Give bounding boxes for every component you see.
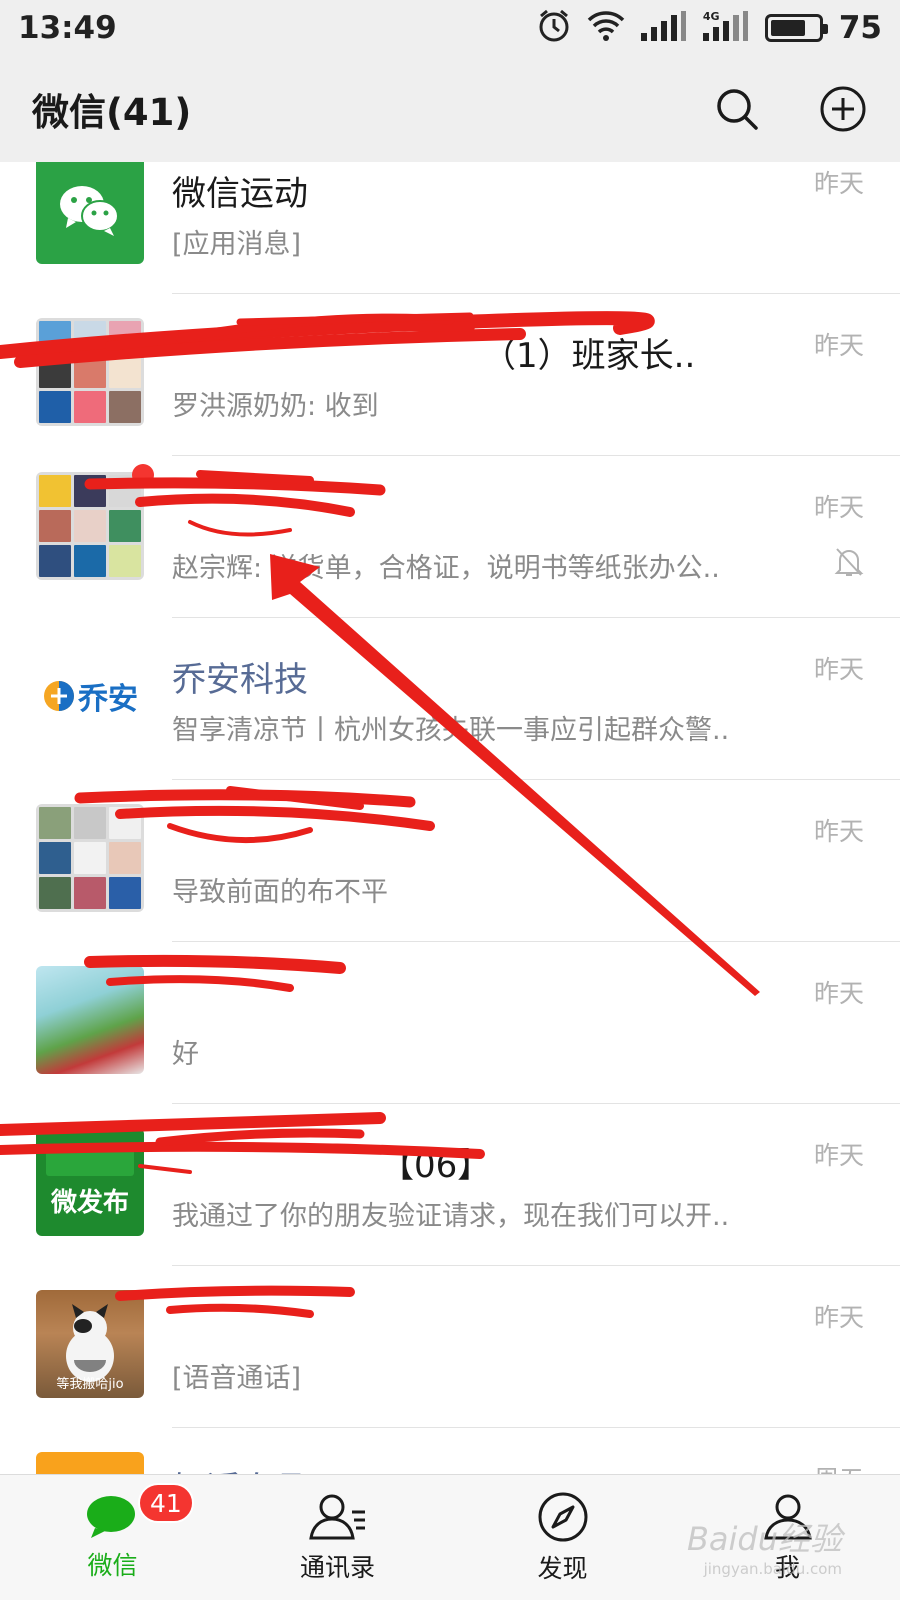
chat-preview: 罗洪源奶奶: 收到 xyxy=(172,391,379,422)
avatar xyxy=(36,804,144,912)
chat-row-contact[interactable]: 好 昨天 xyxy=(0,942,900,1104)
chat-row-fabric-group[interactable]: 导致前面的布不平 昨天 xyxy=(0,780,900,942)
chat-time: 昨天 xyxy=(813,1141,864,1170)
plus-circle-icon xyxy=(820,86,866,132)
avatar xyxy=(36,318,144,426)
chat-preview: [应用消息] xyxy=(172,229,302,260)
battery-level xyxy=(770,20,806,36)
chat-bubble-icon xyxy=(86,1495,135,1538)
chat-row-voice-call[interactable]: 等我搬哈jio [语音通话] 昨天 xyxy=(0,1266,900,1428)
watermark-main: Baidu经验 xyxy=(686,1520,842,1558)
chat-name: 好近自品 xyxy=(172,1462,308,1474)
chat-row-weifabu[interactable]: 微发布 【06】 我通过了你的朋友验证请求，现在我们可以开.. 昨天 xyxy=(0,1104,900,1266)
app-header: 微信(41) xyxy=(0,56,900,162)
chat-preview: 好 xyxy=(172,1039,199,1070)
avatar: 微发布 xyxy=(36,1128,144,1236)
tab-chats[interactable]: 微信 41 xyxy=(0,1475,225,1600)
chat-time: 昨天 xyxy=(813,817,864,846)
contacts-icon xyxy=(308,1494,365,1539)
unread-dot xyxy=(132,464,154,486)
chat-row-haojin[interactable]: 好近自品 周五 xyxy=(0,1428,900,1474)
tab-label: 通讯录 xyxy=(299,1552,375,1582)
battery-percent: 75 xyxy=(838,10,882,46)
watermark-sub: jingyan.baidu.com xyxy=(703,1560,842,1578)
network-label: 4G xyxy=(702,10,720,23)
chat-name: 微信运动 xyxy=(172,174,308,214)
avatar xyxy=(36,966,144,1074)
chat-preview: 我通过了你的朋友验证请求，现在我们可以开.. xyxy=(172,1201,730,1232)
signal-4g-icon: 4G xyxy=(702,10,749,45)
chat-preview: 导致前面的布不平 xyxy=(172,877,388,908)
avatar-text: 微发布 xyxy=(50,1187,129,1218)
chat-time: 昨天 xyxy=(813,493,864,522)
chat-row-wechat-sport[interactable]: 微信运动 [应用消息] 昨天 xyxy=(0,162,900,294)
avatar-caption: 等我搬哈jio xyxy=(56,1377,124,1392)
unread-badge: 41 xyxy=(138,1483,194,1523)
signal-icon xyxy=(640,11,687,45)
page-title: 微信(41) xyxy=(32,91,192,134)
chat-preview: 赵宗辉: 送货单，合格证，说明书等纸张办公.. xyxy=(172,553,720,584)
chat-preview: [语音通话] xyxy=(172,1363,302,1394)
status-icons: 4G 75 xyxy=(537,9,882,47)
status-bar: 13:49 4G 75 xyxy=(0,0,900,56)
search-icon xyxy=(717,89,758,130)
avatar: 等我搬哈jio xyxy=(36,1290,144,1398)
tab-bar: 微信 41 通讯录 发现 我 Baidu经验 jingyan.baidu.com xyxy=(0,1474,900,1600)
chat-time: 昨天 xyxy=(813,331,864,360)
header-actions xyxy=(712,84,868,134)
wechat-logo-icon xyxy=(60,186,119,236)
tab-label: 发现 xyxy=(537,1553,588,1583)
search-button[interactable] xyxy=(712,84,762,134)
tab-discover[interactable]: 发现 xyxy=(450,1475,675,1600)
chat-name: 【06】 xyxy=(380,1146,492,1186)
tab-label: 微信 xyxy=(87,1550,138,1580)
status-time: 13:49 xyxy=(18,10,117,46)
wifi-icon xyxy=(587,10,625,46)
add-button[interactable] xyxy=(818,84,868,134)
avatar xyxy=(36,162,144,264)
chat-row-class-parents[interactable]: （1）班家长.. 罗洪源奶奶: 收到 昨天 xyxy=(0,294,900,456)
chat-name: （1）班家长.. xyxy=(482,336,696,376)
chat-time: 昨天 xyxy=(813,1303,864,1332)
chat-name: 乔安科技 xyxy=(172,660,308,700)
mute-bell-icon xyxy=(834,546,864,582)
chat-time: 周五 xyxy=(814,1460,864,1474)
chat-list: 微信运动 [应用消息] 昨天 （1）班家长.. 罗洪源奶奶: 收到 昨天 赵宗辉… xyxy=(0,162,900,1474)
avatar: 乔安 xyxy=(36,642,144,750)
chat-time: 昨天 xyxy=(813,979,864,1008)
logo-text: 乔安 xyxy=(78,682,138,717)
tab-contacts[interactable]: 通讯录 xyxy=(225,1475,450,1600)
chat-row-qiaoan-tech[interactable]: 乔安 乔安科技 智享清凉节丨杭州女孩失联一事应引起群众警.. 昨天 xyxy=(0,618,900,780)
watermark: Baidu经验 jingyan.baidu.com xyxy=(687,1514,842,1578)
chat-time: 昨天 xyxy=(813,655,864,684)
chat-row-group-muted[interactable]: 赵宗辉: 送货单，合格证，说明书等纸张办公.. 昨天 xyxy=(0,456,900,618)
alarm-icon xyxy=(537,9,571,47)
chat-preview: 智享清凉节丨杭州女孩失联一事应引起群众警.. xyxy=(172,715,730,746)
battery-icon xyxy=(764,14,828,42)
chat-time: 昨天 xyxy=(813,169,864,198)
compass-icon xyxy=(538,1492,587,1541)
qiaoan-logo-icon xyxy=(44,681,74,711)
avatar xyxy=(36,472,144,580)
avatar xyxy=(36,1452,144,1474)
